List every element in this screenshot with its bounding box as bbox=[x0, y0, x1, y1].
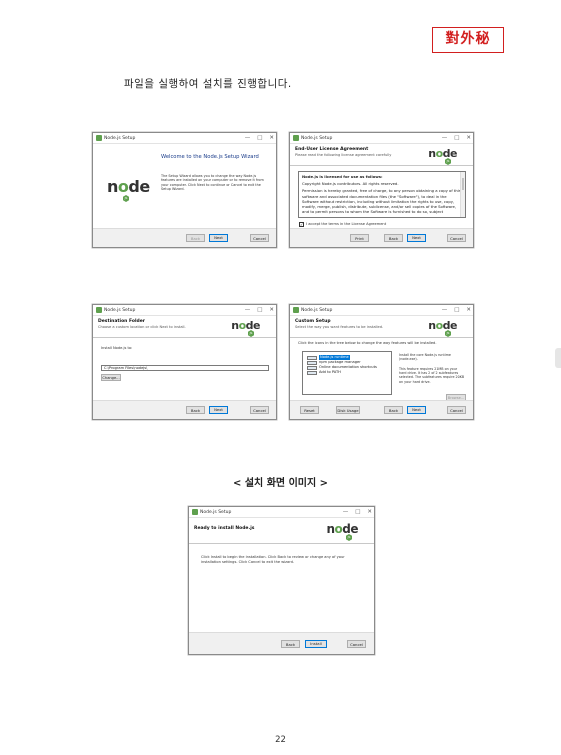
back-button[interactable]: Back bbox=[186, 234, 205, 242]
setup-window-welcome: Node.js Setup — □ ✕ node JS Welcome to t… bbox=[92, 132, 277, 248]
custom-instruction: Click the icons in the tree below to cha… bbox=[298, 341, 437, 345]
cancel-button[interactable]: Cancel bbox=[250, 406, 269, 414]
node-logo: node bbox=[107, 177, 150, 196]
node-logo: node bbox=[231, 319, 260, 332]
ready-body: Click Install to begin the installation.… bbox=[201, 555, 345, 564]
window-title: Node.js Setup bbox=[200, 509, 232, 515]
node-app-icon bbox=[192, 509, 198, 515]
maximize-button[interactable]: □ bbox=[355, 508, 360, 517]
disk-usage-button[interactable]: Disk Usage bbox=[336, 406, 360, 414]
close-button[interactable]: ✕ bbox=[269, 134, 274, 143]
drive-icon bbox=[307, 360, 317, 365]
welcome-body: The Setup Wizard allows you to change th… bbox=[161, 174, 264, 191]
drive-icon bbox=[307, 365, 317, 370]
install-location-label: Install Node.js to: bbox=[101, 346, 133, 350]
back-button[interactable]: Back bbox=[186, 406, 205, 414]
button-bar: Back Install Cancel bbox=[189, 632, 374, 654]
side-scroll-handle[interactable] bbox=[555, 348, 561, 368]
node-logo: node bbox=[326, 522, 358, 536]
drive-icon bbox=[307, 370, 317, 375]
feature-size-info: This feature requires 21MB on your hard … bbox=[399, 367, 465, 384]
setup-window-destination: Node.js Setup — □ ✕ Destination Folder C… bbox=[92, 304, 277, 420]
cancel-button[interactable]: Cancel bbox=[250, 234, 269, 242]
node-logo: node bbox=[428, 147, 457, 160]
feature-tree[interactable]: Node.js runtime npm package manager Onli… bbox=[302, 351, 392, 395]
license-scrollbar[interactable] bbox=[460, 172, 465, 217]
license-heading: Node.js is licensed for use as follows: bbox=[302, 174, 383, 179]
node-app-icon bbox=[293, 135, 299, 141]
page-header: End-User License Agreement Please read t… bbox=[290, 144, 473, 166]
maximize-button[interactable]: □ bbox=[257, 134, 262, 143]
maximize-button[interactable]: □ bbox=[257, 306, 262, 315]
close-button[interactable]: ✕ bbox=[367, 508, 372, 517]
license-paragraph-2: Permission is hereby granted, free of ch… bbox=[302, 188, 461, 215]
page-header: Ready to install Node.js node JS bbox=[189, 518, 374, 544]
drive-icon bbox=[307, 355, 317, 360]
title-bar: Node.js Setup — □ ✕ bbox=[290, 305, 473, 316]
page-number: 22 bbox=[275, 735, 286, 745]
back-button[interactable]: Back bbox=[384, 406, 403, 414]
minimize-button[interactable]: — bbox=[245, 306, 251, 315]
window-title: Node.js Setup bbox=[301, 307, 333, 313]
install-button[interactable]: Install bbox=[305, 640, 327, 648]
page-header: Destination Folder Choose a custom locat… bbox=[93, 316, 276, 338]
setup-window-license: Node.js Setup — □ ✕ End-User License Agr… bbox=[289, 132, 474, 248]
node-app-icon bbox=[293, 307, 299, 313]
title-bar: Node.js Setup — □ ✕ bbox=[290, 133, 473, 144]
install-path-field[interactable]: C:\Program Files\nodejs\ bbox=[101, 365, 269, 371]
window-title: Node.js Setup bbox=[104, 135, 136, 141]
button-bar: Print Back Next Cancel bbox=[290, 228, 473, 247]
minimize-button[interactable]: — bbox=[442, 134, 448, 143]
button-bar: Reset Disk Usage Back Next Cancel bbox=[290, 400, 473, 419]
setup-window-custom: Node.js Setup — □ ✕ Custom Setup Select … bbox=[289, 304, 474, 420]
tree-item-path[interactable]: Add to PATH bbox=[307, 370, 341, 375]
close-button[interactable]: ✕ bbox=[466, 134, 471, 143]
setup-window-ready: Node.js Setup — □ ✕ Ready to install Nod… bbox=[188, 506, 375, 655]
maximize-button[interactable]: □ bbox=[454, 134, 459, 143]
node-app-icon bbox=[96, 135, 102, 141]
license-paragraph-1: Copyright Node.js contributors. All righ… bbox=[302, 181, 399, 187]
js-badge-icon: JS bbox=[123, 195, 129, 202]
page-header: Custom Setup Select the way you want fea… bbox=[290, 316, 473, 338]
feature-description: Install the core Node.js runtime (node.e… bbox=[399, 353, 451, 362]
window-title: Node.js Setup bbox=[104, 307, 136, 313]
accept-label: I accept the terms in the License Agreem… bbox=[306, 222, 387, 226]
back-button[interactable]: Back bbox=[384, 234, 403, 242]
confidential-stamp: 對外秘 bbox=[432, 27, 504, 53]
license-textbox[interactable]: Node.js is licensed for use as follows: … bbox=[298, 171, 466, 218]
title-bar: Node.js Setup — □ ✕ bbox=[189, 507, 374, 518]
title-bar: Node.js Setup — □ ✕ bbox=[93, 133, 276, 144]
instruction-text: 파일을 실행하여 설치를 진행합니다. bbox=[124, 78, 292, 90]
cancel-button[interactable]: Cancel bbox=[447, 406, 466, 414]
next-button[interactable]: Next bbox=[407, 234, 426, 242]
minimize-button[interactable]: — bbox=[442, 306, 448, 315]
node-logo: node bbox=[428, 319, 457, 332]
figure-caption: < 설치 화면 이미지 > bbox=[232, 478, 329, 489]
back-button[interactable]: Back bbox=[281, 640, 300, 648]
title-bar: Node.js Setup — □ ✕ bbox=[93, 305, 276, 316]
window-title: Node.js Setup bbox=[301, 135, 333, 141]
close-button[interactable]: ✕ bbox=[269, 306, 274, 315]
cancel-button[interactable]: Cancel bbox=[447, 234, 466, 242]
maximize-button[interactable]: □ bbox=[454, 306, 459, 315]
button-bar: Back Next Cancel bbox=[93, 400, 276, 419]
node-app-icon bbox=[96, 307, 102, 313]
cancel-button[interactable]: Cancel bbox=[347, 640, 366, 648]
next-button[interactable]: Next bbox=[407, 406, 426, 414]
close-button[interactable]: ✕ bbox=[466, 306, 471, 315]
minimize-button[interactable]: — bbox=[245, 134, 251, 143]
reset-button[interactable]: Reset bbox=[300, 406, 319, 414]
welcome-heading: Welcome to the Node.js Setup Wizard bbox=[161, 154, 259, 160]
next-button[interactable]: Next bbox=[209, 234, 228, 242]
print-button[interactable]: Print bbox=[350, 234, 369, 242]
accept-checkbox[interactable]: ✓ bbox=[299, 222, 304, 227]
next-button[interactable]: Next bbox=[209, 406, 228, 414]
change-button[interactable]: Change... bbox=[101, 374, 121, 381]
minimize-button[interactable]: — bbox=[343, 508, 349, 517]
button-bar: Back Next Cancel bbox=[93, 228, 276, 247]
